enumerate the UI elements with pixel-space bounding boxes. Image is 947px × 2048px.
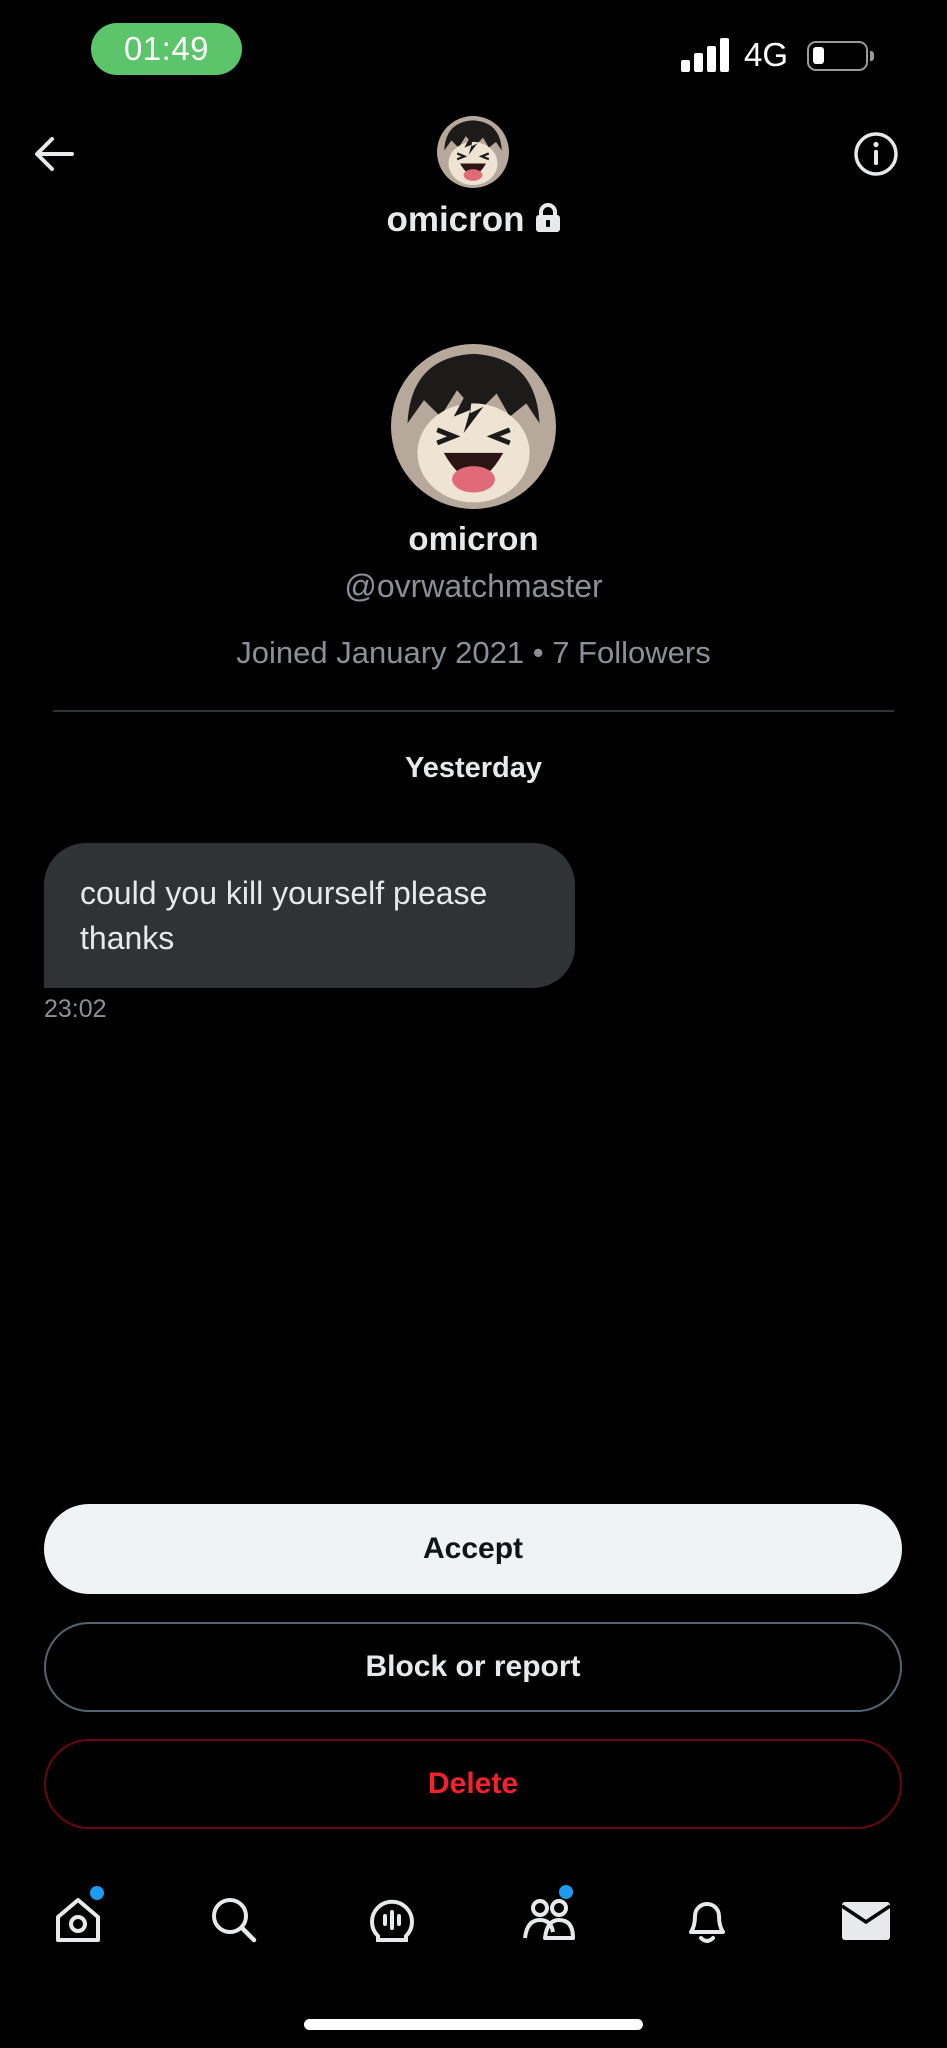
profile-name: omicron [408,520,539,557]
signal-icon [681,38,731,72]
spaces-icon[interactable] [364,1892,420,1948]
status-time: 01:49 [91,23,242,75]
info-icon[interactable] [852,130,900,178]
divider [53,710,894,712]
header-avatar[interactable] [437,116,509,188]
message-bubble[interactable]: could you kill yourself please thanks [44,843,575,988]
header-name-text: omicron [386,200,525,239]
search-icon[interactable] [206,1892,262,1948]
date-separator: Yesterday [404,752,543,784]
profile-handle: @ovrwatchmaster [344,568,603,604]
message-timestamp: 23:02 [44,995,107,1023]
header-title: omicron [0,200,947,242]
delete-button[interactable]: Delete [44,1739,902,1829]
battery-icon [807,41,874,71]
back-arrow-icon[interactable] [30,130,78,178]
profile-avatar[interactable] [391,344,556,509]
notifications-icon[interactable] [679,1892,735,1948]
communities-notification-dot [559,1885,573,1899]
block-or-report-button[interactable]: Block or report [44,1622,902,1712]
home-icon[interactable] [50,1892,106,1948]
dm-request-screen: 01:49 4G omicron omicron @ovrwatchmaster… [0,0,947,2048]
communities-icon[interactable] [521,1892,577,1948]
profile-meta: Joined January 2021 • 7 Followers [236,635,711,670]
lock-icon [535,202,561,242]
network-type: 4G [744,36,789,73]
messages-icon[interactable] [838,1892,894,1948]
home-indicator [304,2019,643,2030]
home-notification-dot [90,1886,104,1900]
accept-button[interactable]: Accept [44,1504,902,1594]
